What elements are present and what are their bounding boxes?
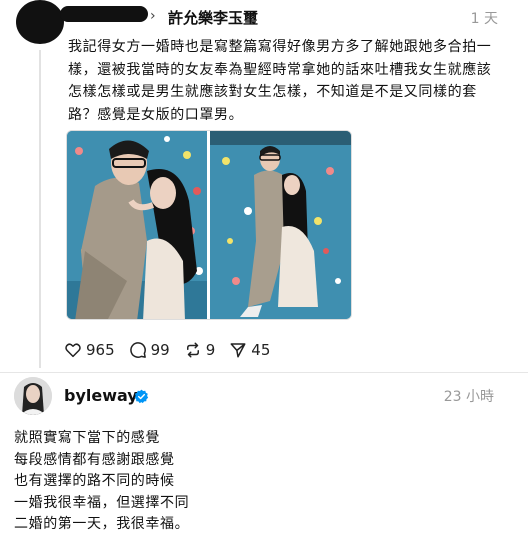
user-avatar-redacted[interactable] <box>16 0 64 44</box>
thread-line <box>39 50 41 368</box>
heart-icon <box>65 343 81 358</box>
username-redacted <box>60 6 148 22</box>
post-text-line: 二婚的第一天，我很幸福。 <box>14 516 190 532</box>
like-button[interactable]: 965 <box>64 341 115 359</box>
chevron-right-icon: › <box>150 8 156 24</box>
share-count: 45 <box>251 341 271 359</box>
post-time: 1 天 <box>470 11 498 27</box>
reply-post: › 許允樂李玉璽 1 天 我記得女方一婚時也是寫整篇寫得好像男方多了解她跟她多合… <box>0 0 528 372</box>
repost-count: 9 <box>205 341 216 359</box>
avatar[interactable] <box>14 377 52 415</box>
post-text-line: 也有選擇的路不同的時候 <box>14 473 175 489</box>
comment-count: 99 <box>150 341 170 359</box>
post-text-line: 一婚我很幸福，但選擇不同 <box>14 494 190 511</box>
verified-badge-icon <box>134 389 149 404</box>
like-count: 965 <box>86 341 115 359</box>
comment-button[interactable]: 99 <box>129 341 170 359</box>
post-actions: 965 99 9 45 <box>64 340 284 360</box>
post-text: 就照實寫下當下的感覺 每段感情都有感謝跟感覺 也有選擇的路不同的時候 一婚我很幸… <box>14 428 189 536</box>
comment-icon <box>129 342 146 358</box>
post-text-line: 就照實寫下當下的感覺 <box>14 430 160 446</box>
repost-icon <box>186 342 199 358</box>
post-text-line: 每段感情都有感謝跟感覺 <box>14 451 175 468</box>
post-photo-2[interactable] <box>210 131 351 319</box>
post-text: 我記得女方一婚時也是寫整篇寫得好像男方多了解她跟她多合拍一樣，還被我當時的女友奉… <box>68 39 492 123</box>
username[interactable]: byleway <box>64 386 138 406</box>
post-divider <box>0 372 528 373</box>
share-button[interactable]: 45 <box>229 341 270 359</box>
reply-to-username[interactable]: 許允樂李玉璽 <box>168 8 258 28</box>
post-time: 23 小時 <box>443 389 494 405</box>
post-photo-1[interactable] <box>67 131 207 319</box>
image-carousel[interactable] <box>66 130 352 320</box>
repost-button[interactable]: 9 <box>184 341 216 359</box>
send-icon <box>230 343 246 358</box>
